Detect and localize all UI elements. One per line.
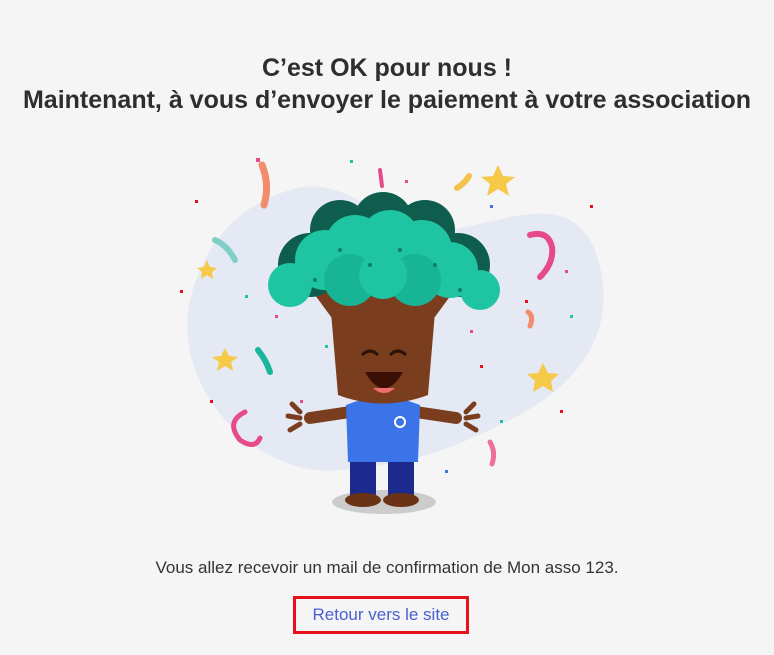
title-line-2: Maintenant, à vous d’envoyer le paiement… bbox=[22, 86, 751, 114]
page-title: C’est OK pour nous ! Maintenant, à vous … bbox=[0, 52, 774, 116]
tree-mascot-celebration-icon bbox=[180, 158, 604, 514]
confirmation-message: Vous allez recevoir un mail de confirmat… bbox=[155, 558, 619, 577]
back-to-site-link[interactable]: Retour vers le site bbox=[293, 596, 469, 634]
title-line-1: C’est OK pour nous ! bbox=[262, 54, 512, 82]
